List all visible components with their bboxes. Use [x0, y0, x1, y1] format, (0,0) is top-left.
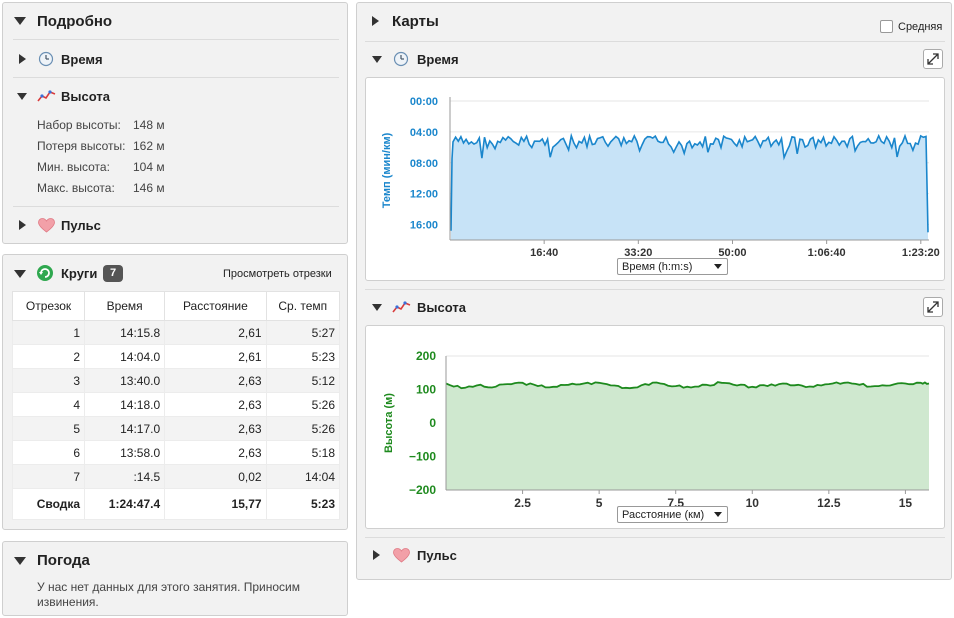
elevation-loss-label: Потеря высоты: [37, 139, 126, 153]
elevation-loss-value: 162 м [133, 139, 165, 153]
table-row[interactable]: 2 14:04.0 2,61 5:23 [11, 344, 341, 369]
max-elevation-label: Макс. высота: [37, 181, 115, 195]
average-checkbox[interactable] [880, 20, 893, 33]
laps-count-badge: 7 [103, 265, 123, 282]
column-header-segment[interactable]: Отрезок [11, 291, 86, 321]
x-tick-label: 5 [596, 496, 603, 510]
average-label[interactable]: Средняя [898, 21, 942, 33]
maps-title[interactable]: Карты [392, 13, 439, 30]
elevation-gain-value: 148 м [133, 118, 165, 132]
y-tick-label: 00:00 [410, 96, 438, 108]
table-row[interactable]: 3 13:40.0 2,63 5:12 [11, 368, 341, 393]
weather-panel: Погода У нас нет данных для этого заняти… [2, 541, 348, 616]
x-tick-label: 1:06:40 [808, 247, 846, 259]
elevation-chart-title: Высота [417, 300, 466, 315]
pace-area [451, 135, 928, 240]
y-axis-label: Темп (мин/км) [381, 132, 393, 208]
expand-triangle-icon[interactable] [372, 16, 379, 26]
distance-axis-select-value: Расстояние (км) [622, 509, 705, 521]
x-tick-label: 16:40 [530, 247, 558, 259]
expand-time-chart-button[interactable] [923, 49, 943, 69]
time-chart-box: 00:00 04:00 08:00 12:00 16:00 16:40 33:20 50:00… [365, 77, 945, 281]
y-tick-label: 08:00 [410, 158, 438, 170]
elevation-gain-label: Набор высоты: [37, 118, 121, 132]
collapse-triangle-icon[interactable] [14, 17, 26, 25]
x-tick-label: 12.5 [817, 496, 841, 510]
collapse-triangle-icon[interactable] [17, 93, 27, 100]
details-panel: Подробно Время Высота Набор высоты: 148 … [2, 2, 348, 244]
column-header-pace[interactable]: Ср. темп [265, 291, 341, 321]
pulse-section-toggle[interactable]: Пульс [61, 218, 101, 233]
expand-triangle-icon[interactable] [19, 220, 26, 230]
collapse-triangle-icon[interactable] [372, 304, 382, 311]
laps-table: Отрезок Время Расстояние Ср. темп 1 14:15… [11, 291, 341, 520]
y-tick-label: −100 [409, 450, 436, 464]
y-tick-label: −200 [409, 483, 436, 497]
table-row[interactable]: 5 14:17.0 2,63 5:26 [11, 416, 341, 441]
weather-title: Погода [37, 552, 90, 569]
chevron-down-icon [714, 264, 722, 269]
weather-message-line1: У нас нет данных для этого занятия. Прин… [37, 580, 300, 594]
laps-panel: Круги 7 Просмотреть отрезки Отрезок Врем… [2, 254, 348, 530]
table-row[interactable]: 1 14:15.8 2,61 5:27 [11, 320, 341, 345]
elevation-chart-box: 200 100 0 −100 −200 2.5 5 7.5 10 12.5 15 Высота (м)… [365, 325, 945, 529]
min-elevation-label: Мин. высота: [37, 160, 110, 174]
collapse-triangle-icon[interactable] [14, 270, 26, 278]
y-tick-label: 100 [416, 383, 436, 397]
view-segments-link[interactable]: Просмотреть отрезки [223, 268, 332, 280]
chevron-down-icon [714, 512, 722, 517]
table-row[interactable]: 7:14.5 0,02 14:04 [11, 464, 341, 489]
x-tick-label: 15 [899, 496, 913, 510]
table-header-row: Отрезок Время Расстояние Ср. темп [11, 291, 341, 321]
x-tick-label: 1:23:20 [902, 247, 940, 259]
y-tick-label: 16:00 [410, 220, 438, 232]
y-tick-label: 0 [429, 416, 436, 430]
column-header-time[interactable]: Время [84, 291, 166, 321]
expand-icon [927, 301, 939, 313]
collapse-triangle-icon[interactable] [372, 56, 382, 63]
expand-icon [927, 53, 939, 65]
pace-chart: 00:0004:0008:0012:0016:0016:40 33:20 50:00… [381, 96, 940, 259]
expand-triangle-icon[interactable] [373, 550, 380, 560]
pulse-chart-toggle[interactable]: Пульс [417, 548, 457, 563]
maps-panel: Карты Средняя Время 00:00 04:00 08:00 12:00… [356, 2, 952, 580]
column-header-distance[interactable]: Расстояние [164, 291, 267, 321]
table-row[interactable]: 4 14:18.0 2,63 5:26 [11, 392, 341, 417]
laps-icon [37, 265, 53, 281]
y-tick-label: 12:00 [410, 189, 438, 201]
heart-icon [38, 218, 55, 233]
x-tick-label: 10 [746, 496, 760, 510]
y-axis-label: Высота (м) [383, 393, 395, 453]
y-tick-label: 200 [416, 349, 436, 363]
expand-elevation-chart-button[interactable] [923, 297, 943, 317]
time-chart-title: Время [417, 52, 459, 67]
weather-message-line2: извинения. [37, 595, 99, 609]
clock-icon [38, 51, 54, 67]
collapse-triangle-icon[interactable] [14, 557, 26, 565]
time-section-toggle[interactable]: Время [61, 52, 103, 67]
expand-triangle-icon[interactable] [19, 54, 26, 64]
summary-row: Сводка 1:24:47.4 15,77 5:23 [11, 488, 341, 520]
details-title: Подробно [37, 13, 113, 30]
time-axis-select[interactable]: Время (h:m:s) [617, 258, 728, 275]
laps-title: Круги [61, 266, 98, 281]
elevation-icon [392, 301, 411, 313]
min-elevation-value: 104 м [133, 160, 165, 174]
elevation-chart: 2001000−100−2002.5 5 7.5 10 12.5 15Высота (м) [383, 349, 930, 510]
table-row[interactable]: 6 13:58.0 2,63 5:18 [11, 440, 341, 465]
max-elevation-value: 146 м [133, 181, 165, 195]
time-axis-select-value: Время (h:m:s) [622, 261, 693, 273]
distance-axis-select[interactable]: Расстояние (км) [617, 506, 728, 523]
heart-icon [393, 548, 410, 563]
x-tick-label: 2.5 [514, 496, 531, 510]
clock-icon [393, 51, 409, 67]
elevation-icon [37, 90, 56, 102]
elevation-section-toggle[interactable]: Высота [61, 89, 110, 104]
y-tick-label: 04:00 [410, 127, 438, 139]
elevation-area [446, 382, 929, 490]
